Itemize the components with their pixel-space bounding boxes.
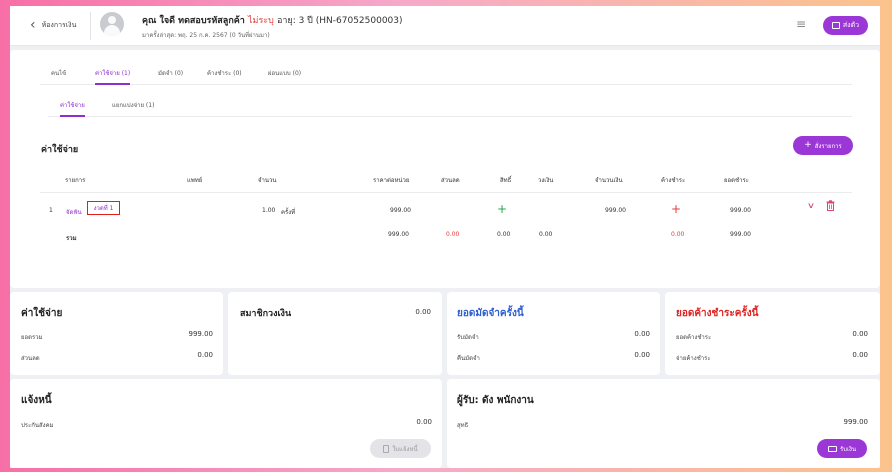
net-value: 999.00 bbox=[843, 418, 869, 426]
total-label: ยอดรวม bbox=[21, 334, 43, 341]
installment-tag[interactable]: งวดที่ 1 bbox=[87, 201, 120, 215]
add-item-button[interactable]: + สั่งรายการ bbox=[793, 136, 853, 155]
col-rights: สิทธิ์ bbox=[500, 177, 512, 184]
receive-payment-label: รับเงิน bbox=[839, 445, 857, 453]
outstanding-card: ยอดค้างชำระครั้งนี้ ยอดค้างชำระ 0.00 จ่า… bbox=[665, 292, 880, 375]
row-amount: 999.00 bbox=[605, 207, 626, 214]
col-discount: ส่วนลด bbox=[441, 177, 460, 184]
back-button[interactable]: ‹ ห้องการเงิน bbox=[30, 18, 76, 32]
refund-deposit-label: คืนมัดจำ bbox=[457, 355, 480, 362]
total-rights: 0.00 bbox=[497, 231, 511, 238]
outstanding-title: ยอดค้างชำระครั้งนี้ bbox=[676, 308, 759, 319]
total-limit: 0.00 bbox=[539, 231, 553, 238]
receiver-title: ผู้รับ: ดัง พนักงาน bbox=[457, 395, 534, 406]
row-unit: ครั้งที่ bbox=[281, 209, 296, 216]
patient-name-text: คุณ ใจดี ทดสอบรหัสลูกค้า bbox=[142, 16, 245, 26]
total-unit-price: 999.00 bbox=[388, 231, 409, 238]
pay-owed-value: 0.00 bbox=[852, 351, 868, 359]
chevron-left-icon: ‹ bbox=[30, 17, 36, 33]
col-doctor: แพทย์ bbox=[187, 177, 203, 184]
tab-split-payment[interactable]: แยกแบ่งจ่าย (1) bbox=[112, 100, 154, 117]
add-item-label: สั่งรายการ bbox=[814, 142, 842, 150]
wallet-value: 0.00 bbox=[415, 308, 431, 316]
col-qty: จำนวน bbox=[258, 177, 277, 184]
tab-patient[interactable]: คนไข้ bbox=[51, 68, 66, 85]
wallet-card: สมาชิกวงเงิน 0.00 bbox=[228, 292, 442, 375]
net-label: สุทธิ bbox=[457, 422, 469, 429]
invoice-label: ใบแจ้งหนี้ bbox=[392, 445, 418, 453]
total-label: รวม bbox=[66, 235, 77, 242]
deposit-title: ยอดมัดจำครั้งนี้ bbox=[457, 308, 524, 319]
trash-icon[interactable] bbox=[826, 200, 835, 211]
insurance-label: ประกันสังคม bbox=[21, 422, 54, 429]
col-item: รายการ bbox=[65, 177, 86, 184]
row-unit-price: 999.00 bbox=[390, 207, 411, 214]
tab-deposit[interactable]: มัดจำ (0) bbox=[158, 68, 183, 85]
app-window: ‹ ห้องการเงิน คุณ ใจดี ทดสอบรหัสลูกค้า ไ… bbox=[10, 6, 880, 468]
pay-owed-label: จ่ายค้างชำระ bbox=[676, 355, 711, 362]
cost-summary-card: ค่าใช้จ่าย ยอดรวม 999.00 ส่วนลด 0.00 bbox=[10, 292, 223, 375]
divider bbox=[90, 12, 91, 40]
add-rights-icon[interactable]: + bbox=[497, 203, 507, 215]
col-unit-price: ราคาต่อหน่วย bbox=[373, 177, 410, 184]
cost-summary-title: ค่าใช้จ่าย bbox=[21, 308, 63, 319]
last-visit: มาครั้งล่าสุด: พฤ. 25 ก.ค. 2567 (0 วันที… bbox=[142, 32, 270, 39]
chevron-down-icon[interactable]: ∨ bbox=[807, 201, 815, 210]
col-paid: ยอดชำระ bbox=[724, 177, 749, 184]
total-paid: 999.00 bbox=[730, 231, 751, 238]
deposit-card: ยอดมัดจำครั้งนี้ รับมัดจำ 0.00 คืนมัดจำ … bbox=[447, 292, 660, 375]
menu-icon[interactable]: ≡ bbox=[796, 18, 806, 30]
row-item[interactable]: จัดฟัน bbox=[66, 207, 82, 217]
debt-title: แจ้งหนี้ bbox=[21, 395, 52, 406]
avatar bbox=[100, 12, 124, 36]
receive-payment-button[interactable]: รับเงิน bbox=[817, 439, 867, 458]
owed-label: ยอดค้างชำระ bbox=[676, 334, 712, 341]
row-index: 1 bbox=[49, 207, 53, 214]
document-icon bbox=[383, 444, 390, 453]
discount-value: 0.00 bbox=[197, 351, 213, 359]
insurance-value: 0.00 bbox=[416, 418, 432, 426]
receive-deposit-value: 0.00 bbox=[634, 330, 650, 338]
patient-gender: ไม่ระบุ bbox=[247, 16, 274, 26]
row-paid: 999.00 bbox=[730, 207, 751, 214]
wallet-title: สมาชิกวงเงิน bbox=[240, 309, 292, 319]
send-button[interactable]: ส่งตัว bbox=[823, 16, 868, 35]
col-amount: จำนวนเงิน bbox=[595, 177, 623, 184]
primary-tabs: คนไข้ ค่าใช้จ่าย (1) มัดจำ (0) ค้างชำระ … bbox=[40, 68, 852, 85]
exit-icon bbox=[831, 22, 840, 29]
cash-icon bbox=[827, 445, 837, 452]
tab-expenses[interactable]: ค่าใช้จ่าย (1) bbox=[95, 68, 131, 85]
invoice-button[interactable]: ใบแจ้งหนี้ bbox=[370, 439, 431, 458]
tab-expense-list[interactable]: ค่าใช้จ่าย bbox=[60, 100, 85, 117]
secondary-tabs: ค่าใช้จ่าย แยกแบ่งจ่าย (1) bbox=[48, 100, 852, 117]
tab-installment[interactable]: ผ่อนแบบ (0) bbox=[268, 68, 301, 85]
plus-icon: + bbox=[804, 140, 812, 150]
discount-label: ส่วนลด bbox=[21, 355, 40, 362]
expense-panel: คนไข้ ค่าใช้จ่าย (1) มัดจำ (0) ค้างชำระ … bbox=[10, 50, 880, 288]
refund-deposit-value: 0.00 bbox=[634, 351, 650, 359]
section-title: ค่าใช้จ่าย bbox=[41, 145, 79, 155]
owed-value: 0.00 bbox=[852, 330, 868, 338]
patient-name: คุณ ใจดี ทดสอบรหัสลูกค้า ไม่ระบุ อายุ: 3… bbox=[142, 13, 403, 27]
row-qty: 1.00 bbox=[262, 207, 276, 214]
patient-header: ‹ ห้องการเงิน คุณ ใจดี ทดสอบรหัสลูกค้า ไ… bbox=[10, 6, 880, 46]
receiver-card: ผู้รับ: ดัง พนักงาน สุทธิ 999.00 bbox=[447, 379, 880, 468]
add-outstanding-icon[interactable]: + bbox=[671, 203, 681, 215]
header-divider bbox=[40, 192, 852, 193]
receive-deposit-label: รับมัดจำ bbox=[457, 334, 479, 341]
total-discount: 0.00 bbox=[446, 231, 460, 238]
tab-outstanding[interactable]: ค้างชำระ (0) bbox=[207, 68, 242, 85]
patient-age-hn: อายุ: 3 ปี (HN-67052500003) bbox=[276, 16, 403, 26]
col-outstanding: ค้างชำระ bbox=[661, 177, 686, 184]
col-limit: วงเงิน bbox=[538, 177, 554, 184]
total-outstanding: 0.00 bbox=[671, 231, 685, 238]
back-label: ห้องการเงิน bbox=[41, 20, 77, 29]
send-label: ส่งตัว bbox=[842, 21, 860, 29]
total-value: 999.00 bbox=[188, 330, 214, 338]
